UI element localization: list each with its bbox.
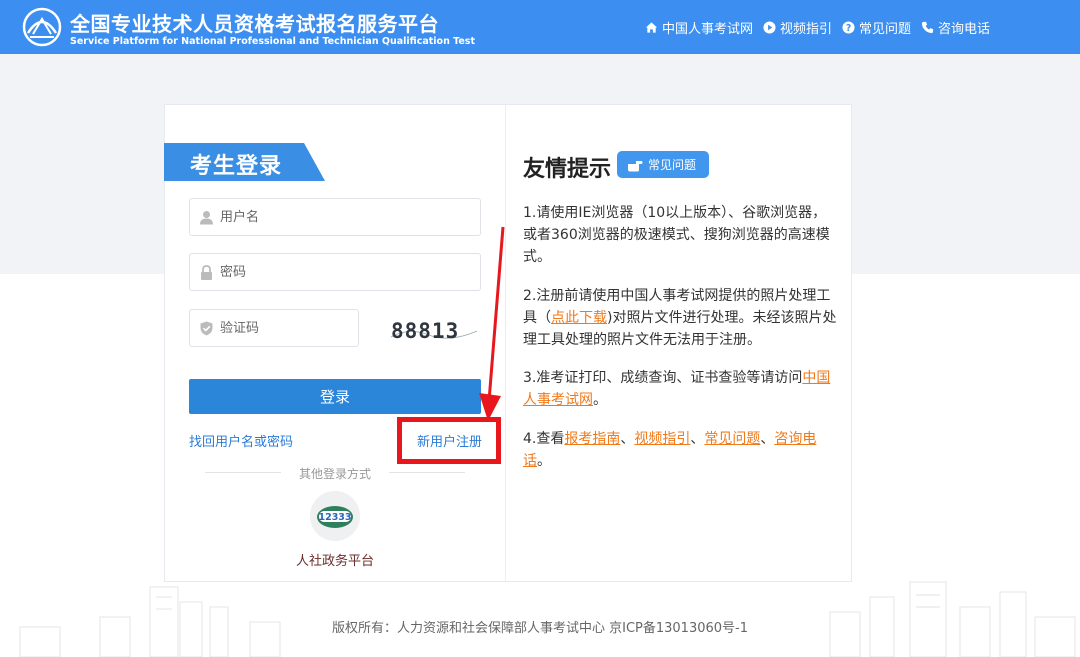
- captcha-input[interactable]: [220, 310, 350, 346]
- tip-text: 3.准考证打印、成绩查询、证书查验等请访问: [523, 370, 803, 386]
- play-icon: [763, 21, 776, 34]
- tip-cpta-site: 3.准考证打印、成绩查询、证书查验等请访问中国人事考试网。: [523, 367, 839, 411]
- nav-item-video[interactable]: 视频指引: [763, 18, 832, 37]
- password-input[interactable]: [220, 254, 470, 290]
- red-arrow-annotation: [479, 226, 505, 421]
- tip-text: 。: [537, 453, 551, 469]
- tip-text: 。: [593, 392, 607, 408]
- footer-copyright: 版权所有：人力资源和社会保障部人事考试中心 京ICP备13013060号-1: [331, 621, 748, 636]
- recover-account-link[interactable]: 找回用户名或密码: [189, 431, 293, 450]
- gov-platform-label[interactable]: 人社政务平台: [165, 550, 505, 569]
- user-icon: [200, 211, 213, 225]
- nav-item-cpta[interactable]: 中国人事考试网: [645, 18, 753, 37]
- site-title: 全国专业技术人员资格考试报名服务平台: [70, 12, 439, 36]
- phone-icon: [921, 21, 934, 34]
- faq-badge[interactable]: 常见问题: [617, 151, 709, 178]
- nav-label: 中国人事考试网: [661, 22, 753, 37]
- shield-check-icon: [200, 321, 213, 336]
- tip-photo-tool: 2.注册前请使用中国人事考试网提供的照片处理工具（点此下载)对照片文件进行处理。…: [523, 285, 839, 351]
- home-icon: [645, 22, 658, 33]
- video-guide-link[interactable]: 视频指引: [634, 431, 690, 447]
- tips-title: 友情提示: [523, 157, 612, 182]
- nav-item-faq[interactable]: ? 常见问题: [842, 18, 911, 37]
- captcha-text: 88813: [391, 319, 459, 343]
- login-card: 考生登录 88813 登录 找回用户名或密码 新用户注册 其他登录方式 1233…: [164, 104, 852, 582]
- site-subtitle: Service Platform for National Profession…: [70, 36, 476, 47]
- tip-separator: 、: [760, 431, 775, 447]
- top-nav: 中国人事考试网 视频指引 ? 常见问题 咨询电话: [645, 18, 990, 37]
- nav-label: 视频指引: [779, 22, 832, 37]
- question-icon: ?: [842, 21, 855, 34]
- tip-browser: 1.请使用IE浏览器（10以上版本）、谷歌浏览器，或者360浏览器的极速模式、搜…: [523, 205, 830, 265]
- nav-label: 咨询电话: [937, 22, 990, 37]
- other-login-label: 其他登录方式: [298, 467, 371, 481]
- hand-pointer-icon: [628, 160, 643, 171]
- captcha-image[interactable]: 88813: [389, 313, 481, 347]
- nav-label: 常见问题: [858, 22, 911, 37]
- tip-separator: 、: [620, 431, 635, 447]
- gov-platform-icon[interactable]: 12333: [310, 491, 360, 541]
- gov-icon-text: 12333: [318, 512, 351, 523]
- lock-icon: [201, 265, 212, 280]
- username-input[interactable]: [220, 199, 470, 235]
- captcha-field[interactable]: [189, 309, 359, 347]
- faq-badge-label: 常见问题: [648, 158, 697, 172]
- nav-item-phone[interactable]: 咨询电话: [921, 18, 990, 37]
- faq-link[interactable]: 常见问题: [704, 431, 760, 447]
- tip-help-links: 4.查看报考指南、视频指引、常见问题、咨询电话。: [523, 428, 839, 472]
- site-logo: [22, 7, 62, 47]
- login-button[interactable]: 登录: [189, 379, 481, 414]
- exam-guide-link[interactable]: 报考指南: [564, 431, 620, 447]
- password-field[interactable]: [189, 253, 481, 291]
- svg-text:?: ?: [846, 23, 851, 34]
- photo-tool-download-link[interactable]: 点此下载: [551, 310, 607, 326]
- top-header: 全国专业技术人员资格考试报名服务平台 Service Platform for …: [0, 0, 1080, 54]
- tip-separator: 、: [690, 431, 705, 447]
- login-tab-banner: [164, 143, 325, 181]
- username-field[interactable]: [189, 198, 481, 236]
- tip-text: 4.查看: [523, 431, 565, 447]
